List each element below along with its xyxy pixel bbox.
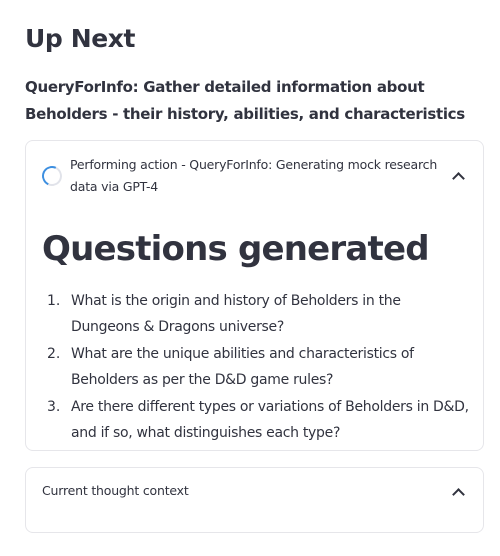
chevron-up-icon[interactable]	[452, 488, 465, 501]
chevron-up-icon[interactable]	[452, 172, 465, 185]
spinner-icon	[39, 163, 65, 189]
context-expander[interactable]: Current thought context	[25, 467, 484, 533]
action-expander: Performing action - QueryForInfo: Genera…	[25, 140, 484, 451]
list-item: 1. What is the origin and history of Beh…	[42, 288, 470, 340]
list-item-number: 3.	[47, 399, 61, 415]
list-item-text: What are the unique abilities and charac…	[71, 346, 414, 388]
context-expander-label: Current thought context	[42, 483, 189, 498]
questions-heading: Questions generated	[42, 229, 430, 269]
list-item-text: What is the origin and history of Behold…	[71, 293, 401, 335]
list-item-number: 1.	[47, 293, 61, 309]
list-item-number: 2.	[47, 346, 61, 362]
list-item: 3. Are there different types or variatio…	[42, 394, 470, 446]
list-item-text: Are there different types or variations …	[71, 399, 469, 441]
action-status-text: Performing action - QueryForInfo: Genera…	[70, 157, 438, 194]
page: Up Next QueryForInfo: Gather detailed in…	[0, 0, 500, 556]
task-subtitle: QueryForInfo: Gather detailed informatio…	[25, 78, 465, 123]
list-item: 2. What are the unique abilities and cha…	[42, 341, 470, 393]
questions-list: 1. What is the origin and history of Beh…	[42, 288, 470, 447]
page-title: Up Next	[25, 24, 136, 53]
